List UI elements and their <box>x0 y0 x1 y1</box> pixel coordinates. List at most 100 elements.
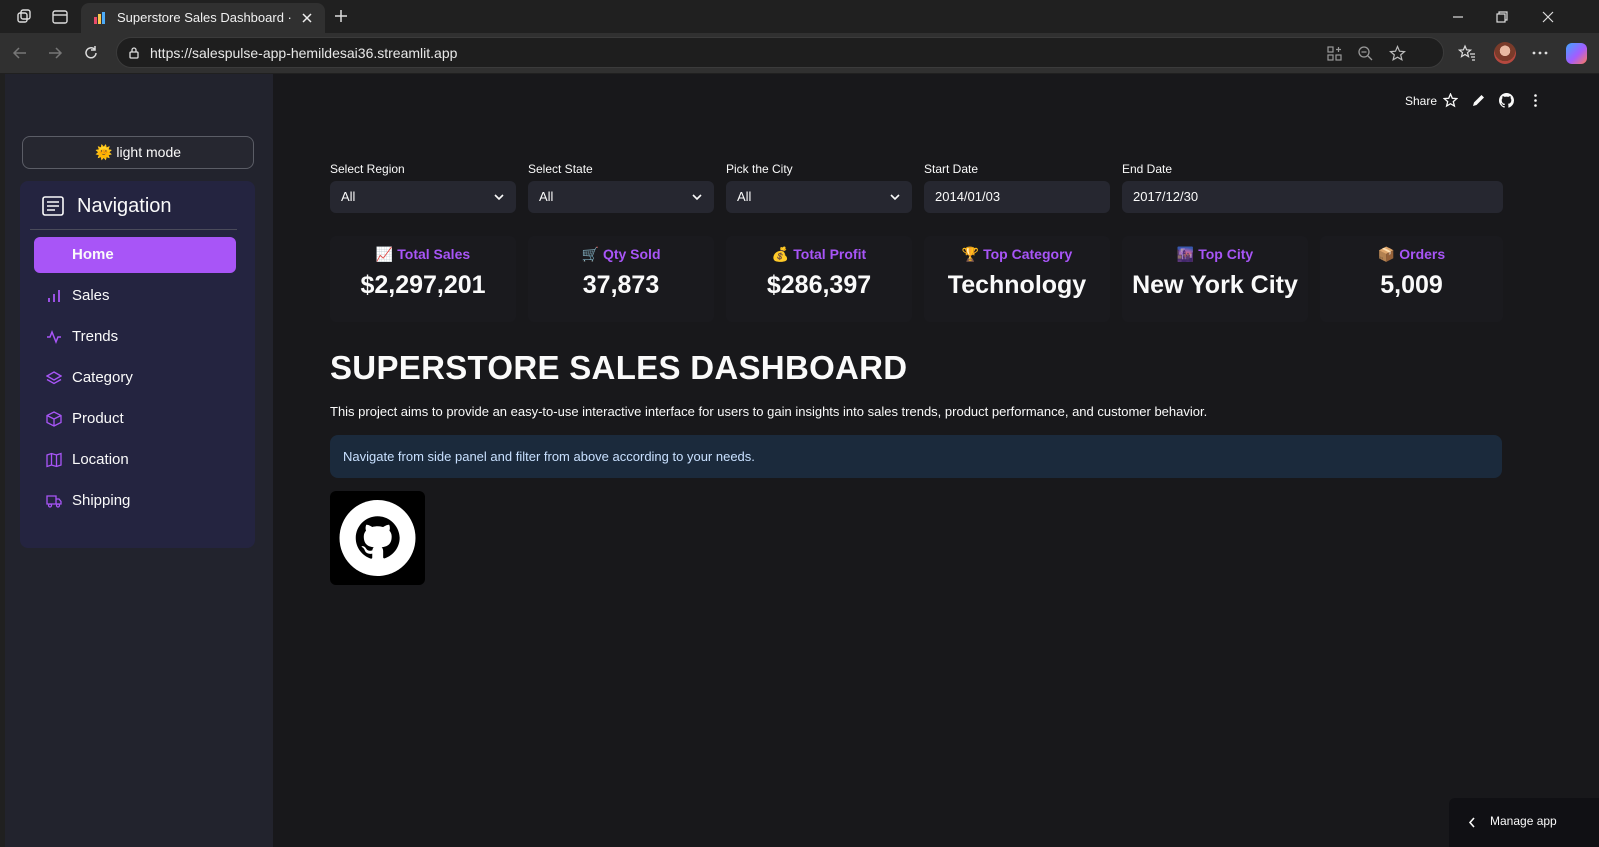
close-window-icon[interactable] <box>1541 10 1555 24</box>
profile-avatar[interactable] <box>1494 42 1516 64</box>
metric-orders: 📦 Orders 5,009 <box>1320 236 1503 322</box>
browser-address-bar: https://salespulse-app-hemildesai36.stre… <box>0 33 1599 73</box>
chevron-down-icon <box>494 194 504 201</box>
workspaces-icon[interactable] <box>16 8 34 26</box>
new-tab-icon[interactable] <box>333 8 349 24</box>
metric-value: Technology <box>947 271 1087 299</box>
share-button[interactable]: Share <box>1405 94 1437 108</box>
city-filter-label: Pick the City <box>726 162 793 176</box>
end-date-filter: End Date 2017/12/30 <box>1122 162 1503 213</box>
shopping-cart-icon: 🛒 <box>581 246 599 262</box>
sidebar-item-location[interactable]: Location <box>34 442 236 478</box>
forward-icon[interactable] <box>46 44 64 62</box>
sidebar: 🌞 light mode Navigation Home Sales Trends… <box>5 74 273 847</box>
end-date-label: End Date <box>1122 162 1173 176</box>
bar-chart-icon <box>48 290 60 302</box>
trophy-icon: 🏆 <box>961 246 980 262</box>
vertical-tabs-icon[interactable] <box>51 8 69 26</box>
end-date-input[interactable]: 2017/12/30 <box>1122 181 1503 213</box>
metric-total-sales: 📈 Total Sales $2,297,201 <box>330 236 516 322</box>
sidebar-item-trends[interactable]: Trends <box>34 319 236 355</box>
sidebar-item-label: Shipping <box>72 492 131 509</box>
sidebar-item-label: Product <box>72 410 124 427</box>
minimize-icon[interactable] <box>1451 10 1465 24</box>
github-logo-link[interactable] <box>330 491 425 585</box>
layers-icon <box>46 371 62 385</box>
sidebar-item-label: Home <box>72 246 114 263</box>
start-date-filter: Start Date 2014/01/03 <box>924 162 1110 213</box>
metric-label: Qty Sold <box>602 246 661 262</box>
city-select[interactable]: All <box>726 181 912 213</box>
main-menu-icon[interactable] <box>1528 93 1543 108</box>
state-select[interactable]: All <box>528 181 714 213</box>
state-select-value: All <box>539 189 554 204</box>
metric-qty-sold: 🛒 Qty Sold 37,873 <box>528 236 714 322</box>
truck-icon <box>46 495 62 508</box>
sidebar-item-shipping[interactable]: Shipping <box>34 483 236 519</box>
start-date-input[interactable]: 2014/01/03 <box>924 181 1110 213</box>
chevron-down-icon <box>692 194 702 201</box>
sidebar-item-sales[interactable]: Sales <box>34 278 236 314</box>
copilot-icon[interactable] <box>1566 43 1587 64</box>
browser-tab-bar: Superstore Sales Dashboard · Stre <box>0 0 1599 33</box>
back-icon[interactable] <box>11 44 29 62</box>
metric-value: 37,873 <box>582 271 660 299</box>
sidebar-item-label: Trends <box>72 328 119 345</box>
city-filter: Pick the City All <box>726 162 912 213</box>
map-icon <box>46 452 62 468</box>
favorite-star-icon[interactable] <box>1389 45 1406 62</box>
list-icon <box>42 196 64 216</box>
money-bag-icon: 💰 <box>771 246 790 262</box>
app-available-icon[interactable] <box>1326 45 1343 62</box>
page-description: This project aims to provide an easy-to-… <box>330 404 1208 419</box>
activity-icon <box>47 329 61 345</box>
streamlit-app: 🌞 light mode Navigation Home Sales Trends… <box>5 74 1599 847</box>
start-date-value: 2014/01/03 <box>935 189 1001 204</box>
zoom-out-icon[interactable] <box>1357 45 1374 62</box>
metric-value: 5,009 <box>1380 271 1443 299</box>
metric-label: Total Profit <box>793 246 867 262</box>
metric-value: New York City <box>1132 271 1298 299</box>
metric-label: Total Sales <box>397 246 471 262</box>
star-icon[interactable] <box>1443 93 1458 108</box>
favorites-icon[interactable] <box>1458 44 1476 62</box>
restore-icon[interactable] <box>1495 10 1509 24</box>
navigation-title: Navigation <box>77 195 172 217</box>
sun-icon: 🌞 <box>94 144 113 160</box>
navigation-menu: Navigation Home Sales Trends Category Pr… <box>20 181 255 548</box>
browser-tab-active[interactable]: Superstore Sales Dashboard · Stre <box>81 3 325 33</box>
chart-increasing-icon: 📈 <box>375 246 394 262</box>
region-select-value: All <box>341 189 356 204</box>
metric-total-profit: 💰 Total Profit $286,397 <box>726 236 912 322</box>
streamlit-favicon-icon <box>94 12 105 24</box>
sidebar-item-product[interactable]: Product <box>34 401 236 437</box>
sidebar-item-category[interactable]: Category <box>34 360 236 396</box>
metric-top-category: 🏆 Top Category Technology <box>924 236 1110 322</box>
region-select[interactable]: All <box>330 181 516 213</box>
metric-top-city: 🌆 Top City New York City <box>1122 236 1308 322</box>
close-tab-icon[interactable] <box>300 11 314 25</box>
manage-app-label: Manage app <box>1490 814 1557 828</box>
url-input[interactable]: https://salespulse-app-hemildesai36.stre… <box>116 37 1444 68</box>
region-filter: Select Region All <box>330 162 516 213</box>
edit-pencil-icon[interactable] <box>1471 93 1486 108</box>
nav-divider <box>30 229 237 230</box>
metric-label: Top City <box>1198 246 1254 262</box>
city-select-value: All <box>737 189 752 204</box>
page-title: SUPERSTORE SALES DASHBOARD <box>330 349 908 386</box>
info-alert: Navigate from side panel and filter from… <box>330 435 1502 478</box>
github-icon[interactable] <box>1499 93 1514 108</box>
more-options-icon[interactable] <box>1531 44 1549 62</box>
sidebar-item-label: Location <box>72 451 129 468</box>
metric-label: Orders <box>1399 246 1446 262</box>
refresh-icon[interactable] <box>82 44 100 62</box>
sidebar-item-home[interactable]: Home <box>34 237 236 273</box>
sidebar-item-label: Category <box>72 369 133 386</box>
light-mode-button[interactable]: 🌞 light mode <box>22 136 254 169</box>
metric-label: Top Category <box>983 246 1073 262</box>
package-icon: 📦 <box>1377 246 1396 262</box>
tab-title: Superstore Sales Dashboard · Stre <box>117 10 293 25</box>
metric-value: $286,397 <box>766 271 872 299</box>
lock-icon[interactable] <box>127 46 141 60</box>
manage-app-button[interactable]: Manage app <box>1449 798 1599 847</box>
